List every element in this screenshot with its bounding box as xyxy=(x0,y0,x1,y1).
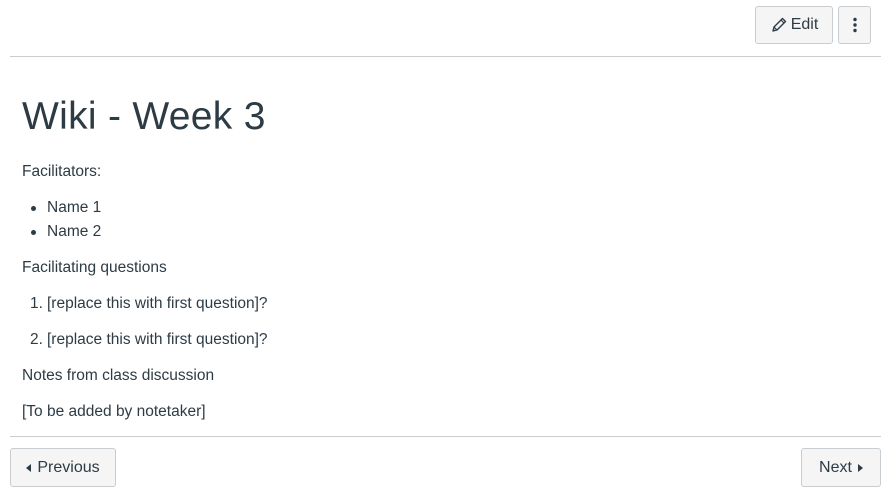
edit-button-label: Edit xyxy=(790,16,819,33)
next-button[interactable]: Next xyxy=(801,448,881,487)
edit-button[interactable]: Edit xyxy=(755,6,833,44)
questions-label: Facilitating questions xyxy=(22,259,167,276)
questions-list: 1. [replace this with first question]? 2… xyxy=(22,294,268,350)
caret-left-icon xyxy=(26,463,32,472)
list-item: 2. [replace this with first question]? xyxy=(30,331,268,348)
previous-button-label: Previous xyxy=(37,458,100,476)
list-item: 1. [replace this with first question]? xyxy=(30,295,268,312)
previous-button[interactable]: Previous xyxy=(10,448,116,487)
facilitators-list: Name 1 Name 2 xyxy=(22,198,101,242)
more-options-button[interactable] xyxy=(838,6,871,44)
page-content: Wiki - Week 3 Facilitators: Name 1 Name … xyxy=(22,56,872,420)
list-item: Name 1 xyxy=(22,198,101,218)
kebab-menu-icon xyxy=(852,17,857,33)
list-item: Name 2 xyxy=(22,222,101,242)
page-title: Wiki - Week 3 xyxy=(22,95,266,138)
notes-label: Notes from class discussion xyxy=(22,367,215,384)
footer-divider xyxy=(10,436,881,437)
notes-text: [To be added by notetaker] xyxy=(22,403,206,420)
next-button-label: Next xyxy=(819,458,852,476)
pencil-icon xyxy=(770,16,788,34)
page-toolbar xyxy=(10,0,881,57)
facilitators-label: Facilitators: xyxy=(22,163,102,180)
caret-right-icon xyxy=(857,463,863,472)
